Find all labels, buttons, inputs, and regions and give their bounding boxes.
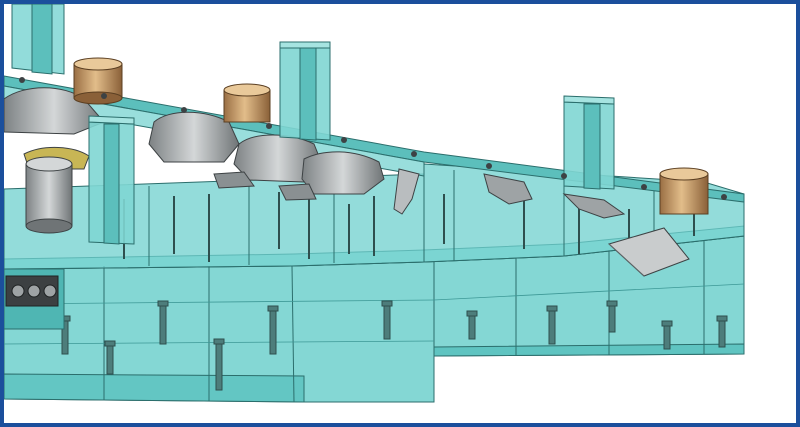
bushing-2 bbox=[223, 83, 271, 123]
bushing-3 bbox=[659, 167, 709, 215]
guide-post-3 bbox=[279, 41, 331, 141]
image-frame bbox=[0, 0, 800, 427]
guide-post-1 bbox=[11, 4, 65, 75]
grey-cylinder bbox=[25, 156, 73, 234]
guide-post-4 bbox=[563, 95, 615, 190]
bushing-1 bbox=[73, 57, 123, 105]
die-assembly-illustration bbox=[4, 4, 745, 403]
guide-post-2 bbox=[88, 115, 135, 245]
left-end-block bbox=[4, 268, 65, 330]
